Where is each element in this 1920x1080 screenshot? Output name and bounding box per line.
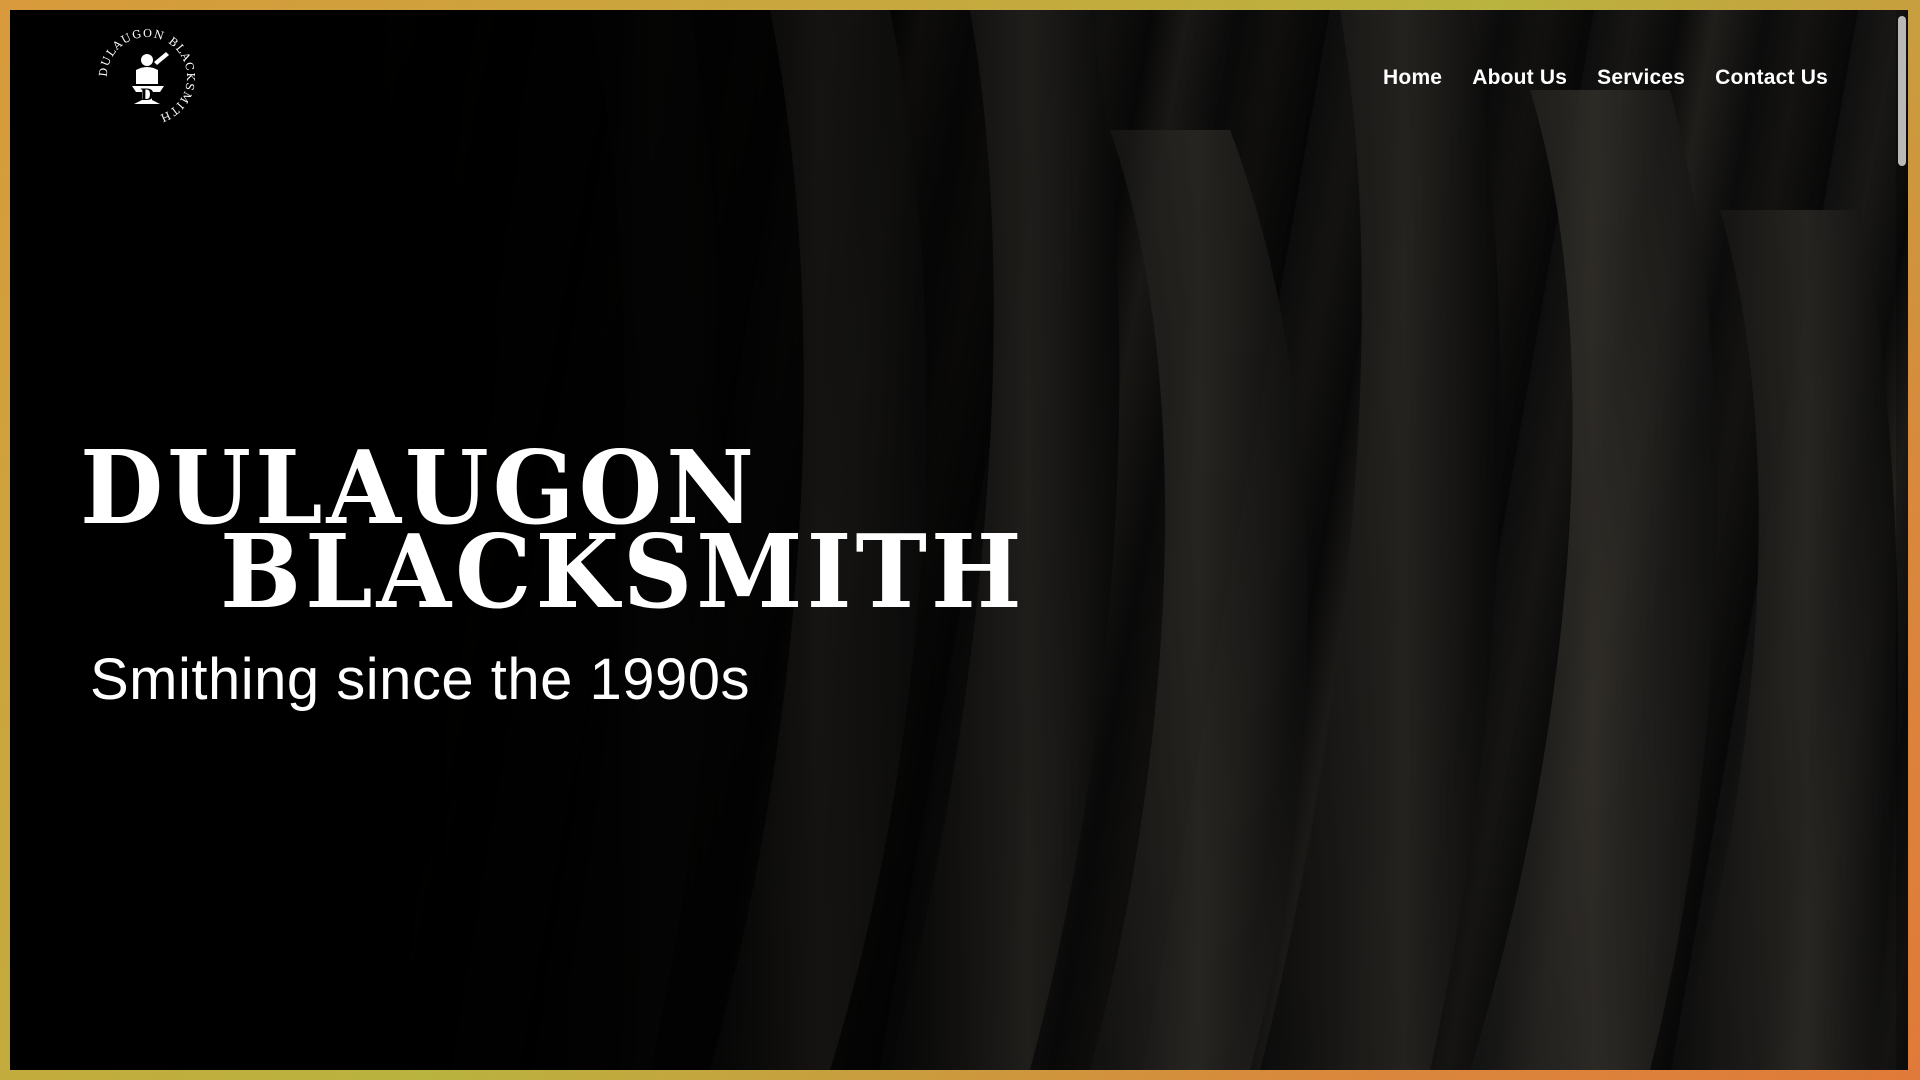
logo-monogram: D (140, 85, 154, 104)
nav-about-us-link[interactable]: About Us (1472, 66, 1567, 90)
hero-title-line-2: BLACKSMITH (220, 512, 1026, 631)
hero-title: DULAUGON BLACKSMITH (80, 437, 1026, 622)
nav-services-link[interactable]: Services (1597, 66, 1685, 90)
brand-logo[interactable]: DULAUGON BLACKSMITH D (92, 22, 202, 132)
nav-home-link[interactable]: Home (1383, 66, 1442, 90)
hero-tagline: Smithing since the 1990s (90, 647, 751, 712)
scrollbar-thumb[interactable] (1898, 16, 1906, 166)
nav-contact-us-link[interactable]: Contact Us (1715, 66, 1828, 90)
scrollbar[interactable] (1896, 10, 1908, 1070)
page-viewport: DULAUGON BLACKSMITH D Home About Us Serv… (10, 10, 1908, 1070)
main-nav: Home About Us Services Contact Us (1383, 66, 1828, 90)
window-frame: DULAUGON BLACKSMITH D Home About Us Serv… (0, 0, 1920, 1080)
